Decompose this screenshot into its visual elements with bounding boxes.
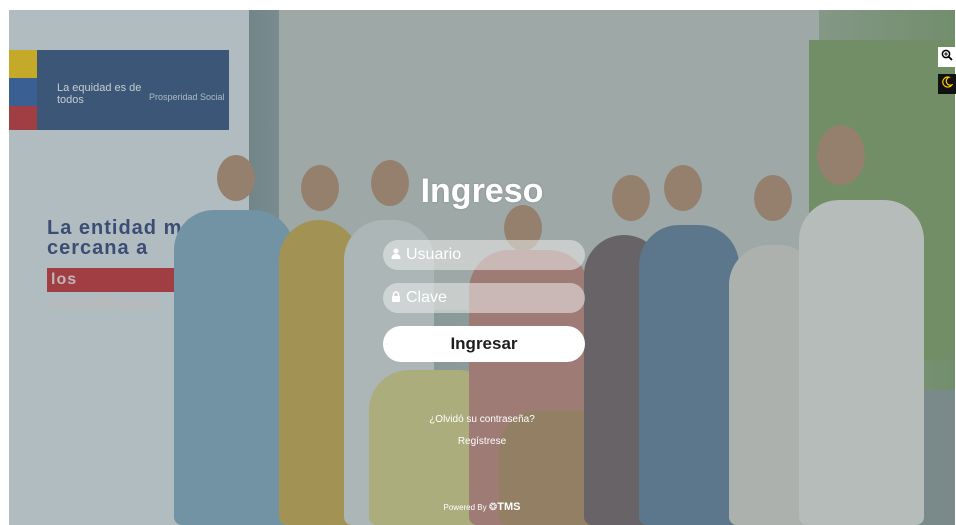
forgot-password-row: ¿Olvidó su contraseña? bbox=[9, 414, 955, 425]
lock-icon bbox=[391, 291, 401, 305]
password-input[interactable] bbox=[406, 289, 576, 307]
register-link[interactable]: Regístrese bbox=[458, 436, 506, 447]
moon-icon[interactable] bbox=[938, 74, 956, 94]
password-field[interactable] bbox=[383, 283, 585, 313]
login-page: La equidad es de todos Prosperidad Socia… bbox=[9, 10, 955, 525]
register-row: Regístrese bbox=[9, 436, 955, 447]
login-button[interactable]: Ingresar bbox=[383, 326, 585, 362]
zoom-icon[interactable] bbox=[938, 47, 956, 67]
powered-by-label: Powered By bbox=[443, 503, 487, 512]
username-input[interactable] bbox=[406, 246, 576, 264]
username-field[interactable] bbox=[383, 240, 585, 270]
powered-by-brand: TMS bbox=[497, 501, 521, 513]
user-icon bbox=[391, 248, 401, 262]
tms-logo-icon: ❂ bbox=[488, 502, 498, 513]
page-title: Ingreso bbox=[420, 172, 544, 210]
powered-by: Powered By ❂TMS bbox=[9, 501, 955, 513]
forgot-password-link[interactable]: ¿Olvidó su contraseña? bbox=[429, 414, 535, 425]
